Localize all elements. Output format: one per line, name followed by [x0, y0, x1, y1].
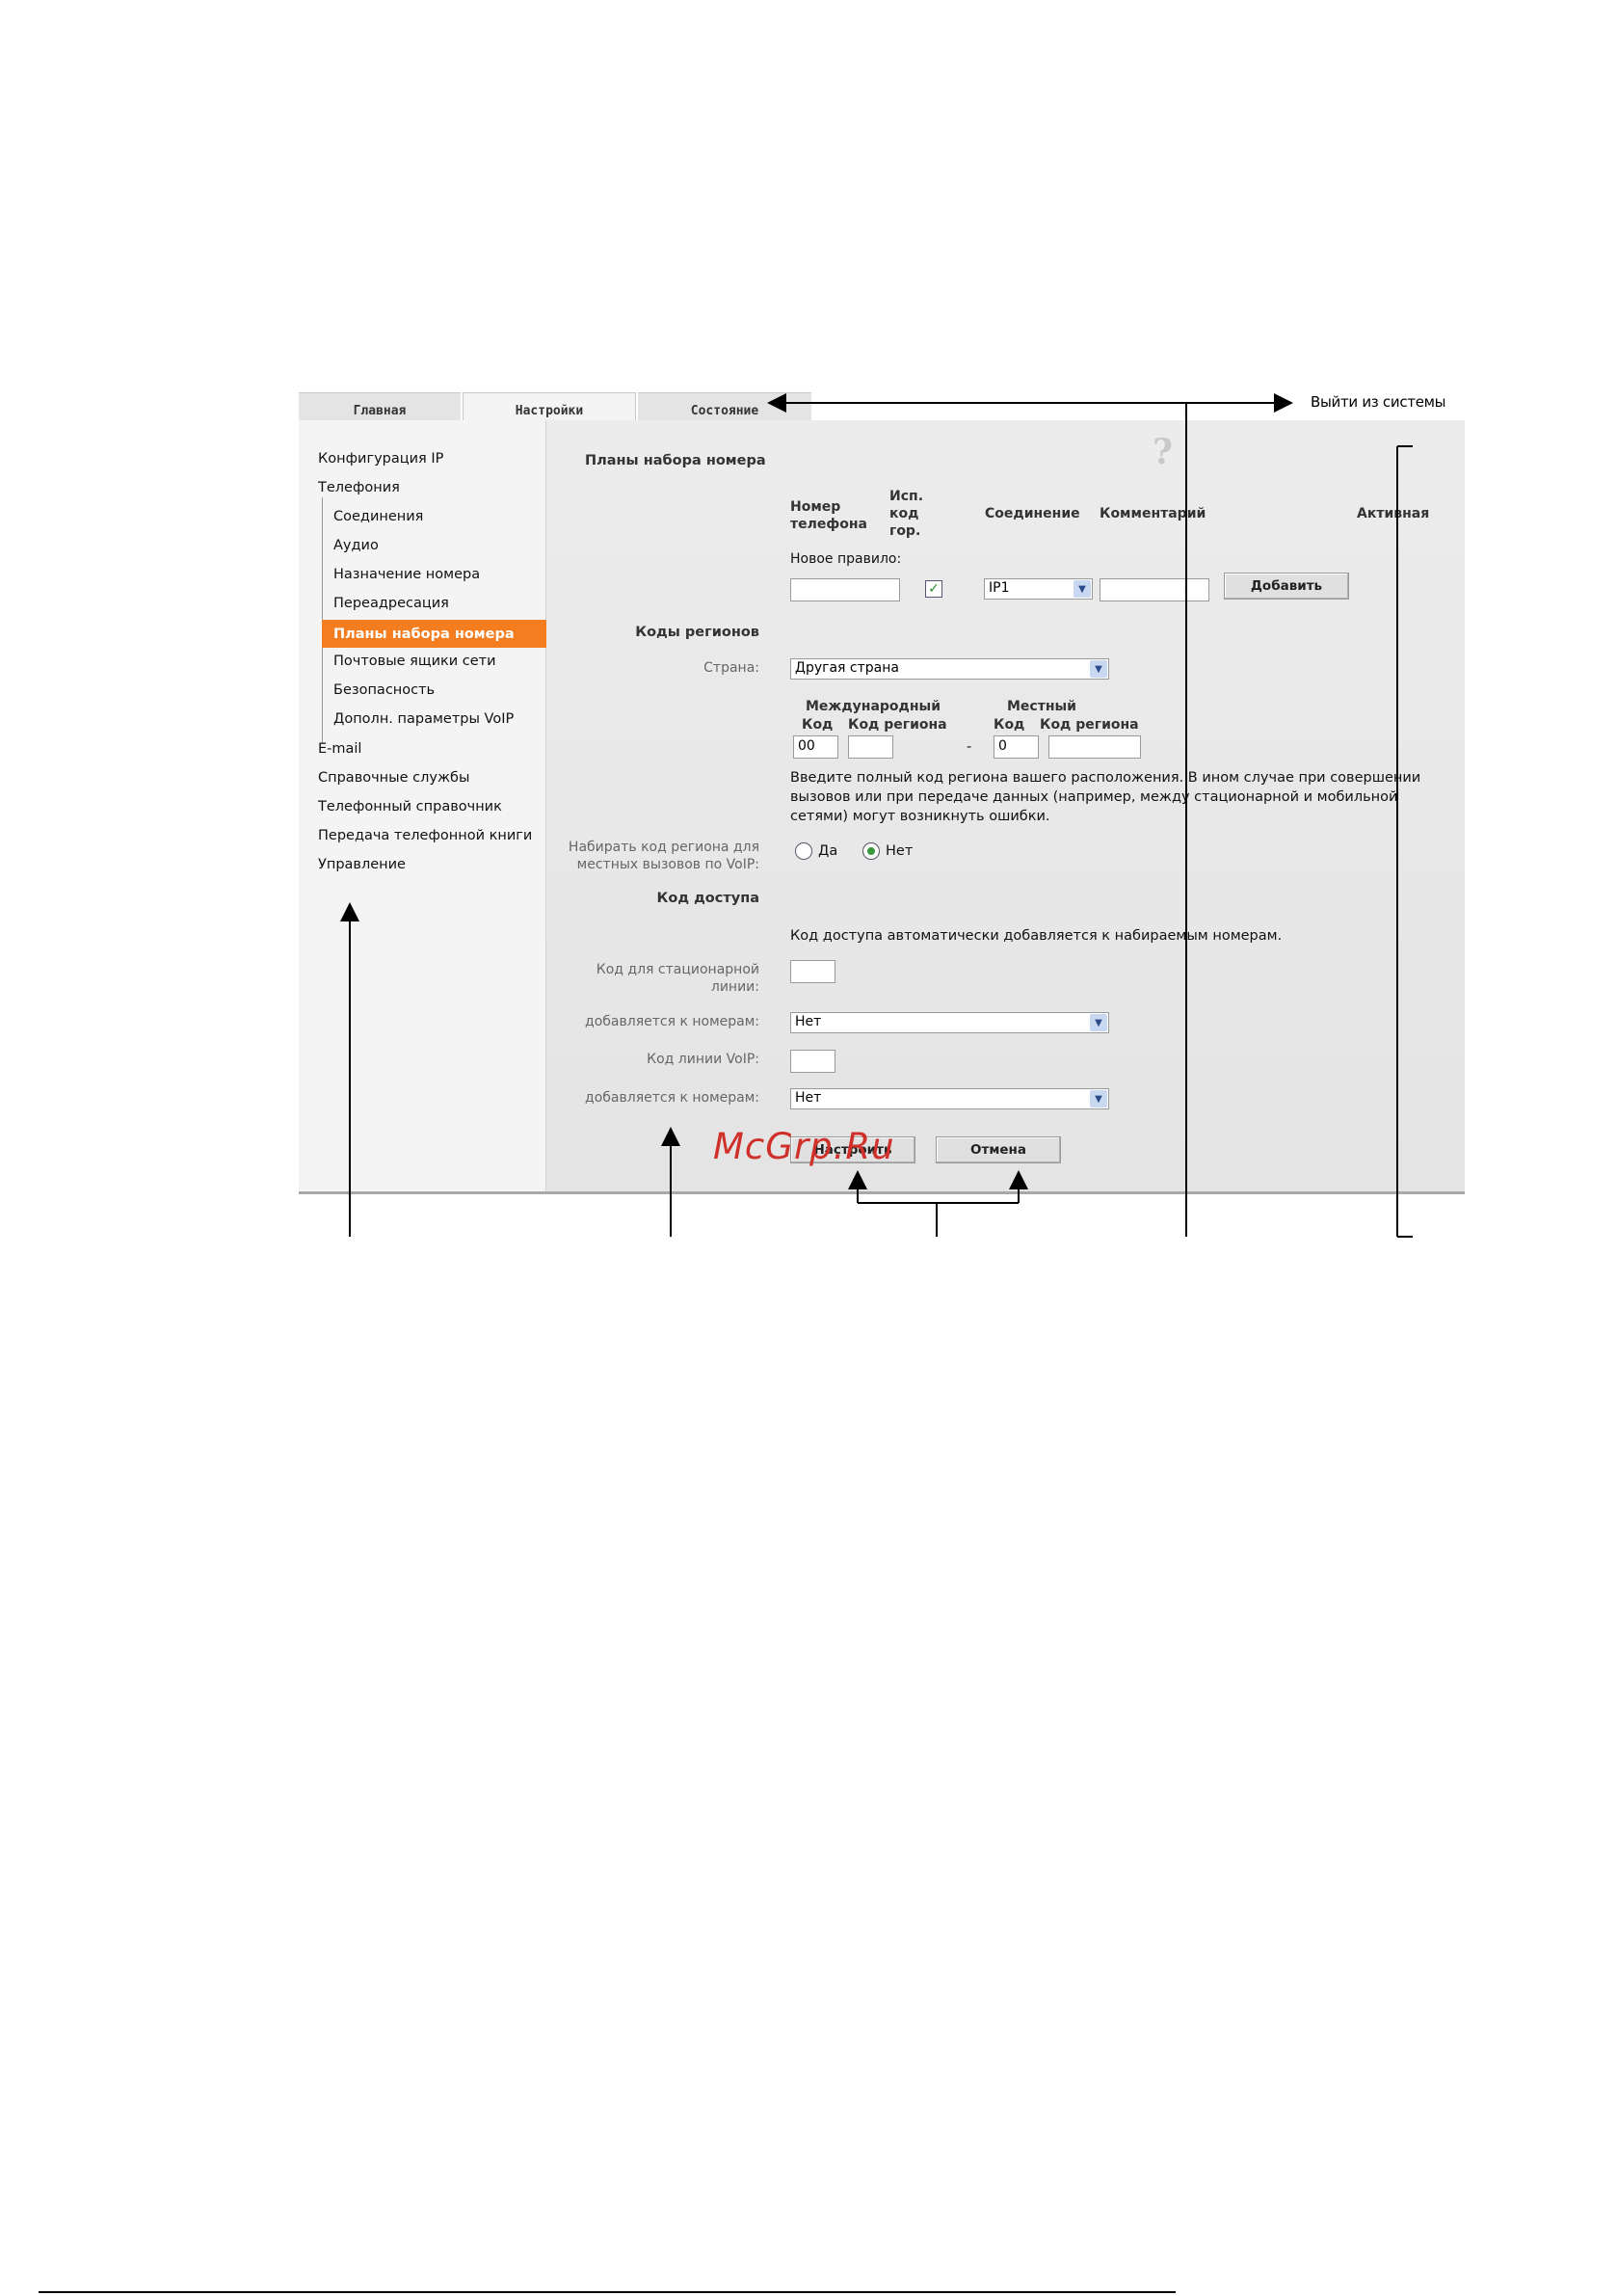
arrow-up-icon — [340, 902, 359, 921]
arrow-up-icon — [661, 1127, 680, 1146]
arrow-left-icon — [767, 393, 786, 413]
arrow-up-icon — [1009, 1170, 1028, 1189]
callout-arrows — [39, 393, 1413, 2293]
arrow-right-icon — [1274, 393, 1293, 413]
arrow-up-icon — [848, 1170, 867, 1189]
